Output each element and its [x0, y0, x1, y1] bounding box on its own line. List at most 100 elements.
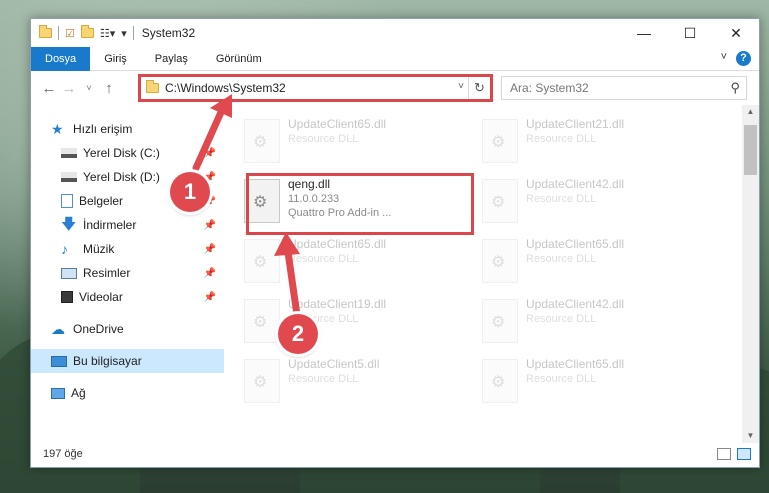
navigation-bar: ← → ˅ ↑ C:\Windows\System32 ˅ ↻ Ara: Sys… — [31, 71, 759, 105]
up-arrow-icon[interactable]: ↑ — [99, 80, 119, 97]
file-item[interactable]: UpdateClient65.dll Resource DLL — [224, 113, 450, 171]
sidebar-item-label: Bu bilgisayar — [73, 354, 142, 368]
pin-icon[interactable]: 📌 — [204, 148, 216, 159]
file-item[interactable]: UpdateClient65.dll Resource DLL — [462, 353, 688, 411]
sidebar-item-this-pc[interactable]: Bu bilgisayar — [31, 349, 224, 373]
dll-file-icon — [482, 179, 518, 223]
step-badge-1: 1 — [170, 172, 210, 212]
status-bar: 197 öğe — [31, 441, 759, 467]
maximize-button[interactable]: ☐ — [667, 19, 713, 47]
tab-share[interactable]: Paylaş — [141, 47, 202, 71]
dll-file-icon — [244, 239, 280, 283]
vertical-scrollbar[interactable]: ▲ ▼ — [742, 105, 759, 443]
sidebar-item-label: Videolar — [79, 290, 123, 304]
sidebar-item-label: İndirmeler — [83, 218, 137, 232]
file-description: Resource DLL — [526, 373, 597, 385]
file-description: Resource DLL — [526, 253, 597, 265]
large-icons-view-icon[interactable] — [737, 448, 751, 460]
quick-access-toolbar: ☑ ☷▾ ▾ — [31, 25, 134, 40]
minimize-button[interactable]: — — [621, 19, 667, 47]
file-item[interactable]: UpdateClient65.dll Resource DLL — [462, 233, 688, 291]
file-item[interactable]: UpdateClient19.dllResource DLL — [224, 293, 450, 351]
dll-file-icon — [482, 239, 518, 283]
sidebar-item-label: Belgeler — [79, 194, 124, 208]
sidebar-item-network[interactable]: Ağ — [31, 381, 224, 405]
sidebar-item-quick-access[interactable]: ★ Hızlı erişim — [31, 117, 224, 141]
rename-icon[interactable]: ☷▾ — [100, 27, 115, 40]
file-name: UpdateClient65.dll — [526, 357, 625, 371]
new-folder-icon[interactable] — [80, 25, 94, 38]
address-highlight-box — [138, 74, 493, 102]
window-title: System32 — [141, 26, 196, 40]
sidebar-item-onedrive[interactable]: ☁ OneDrive — [31, 317, 224, 341]
file-highlight-box — [246, 173, 474, 235]
pin-icon[interactable]: 📌 — [204, 244, 216, 255]
ribbon-tabs: Dosya Giriş Paylaş Görünüm ˅ ? — [31, 46, 759, 71]
sidebar-item-label: Hızlı erişim — [73, 122, 133, 136]
navigation-pane: ★ Hızlı erişim Yerel Disk (C:) 📌 Yerel D… — [31, 105, 224, 443]
sidebar-item-label: Müzik — [83, 242, 115, 256]
file-description: Resource DLL — [526, 133, 597, 145]
file-description: Resource DLL — [526, 193, 597, 205]
pin-icon[interactable]: 📌 — [204, 268, 216, 279]
computer-icon — [51, 355, 67, 367]
scroll-thumb[interactable] — [744, 125, 757, 175]
videos-icon — [61, 291, 73, 303]
file-item[interactable]: UpdateClient5.dll Resource DLL — [224, 353, 450, 411]
file-item[interactable]: UpdateClient42.dll Resource DLL — [462, 173, 688, 231]
file-description: Resource DLL — [288, 373, 359, 385]
cloud-icon: ☁ — [51, 321, 65, 337]
sidebar-item-music[interactable]: ♪ Müzik 📌 — [31, 237, 224, 261]
file-item[interactable]: UpdateClient65.dll Resource DLL — [224, 233, 450, 291]
file-name: UpdateClient65.dll — [526, 237, 625, 251]
sidebar-item-label: Yerel Disk (D:) — [83, 170, 160, 184]
documents-icon — [61, 194, 73, 208]
sidebar-item-local-disk-c[interactable]: Yerel Disk (C:) 📌 — [31, 141, 224, 165]
file-description: Resource DLL — [288, 253, 359, 265]
dll-file-icon — [482, 359, 518, 403]
close-button[interactable]: ✕ — [713, 19, 759, 47]
search-input[interactable]: Ara: System32 ⚲ — [501, 76, 747, 100]
sidebar-item-videos[interactable]: Videolar 📌 — [31, 285, 224, 309]
file-description: Resource DLL — [288, 133, 359, 145]
pin-icon[interactable]: 📌 — [204, 220, 216, 231]
recent-locations-icon[interactable]: ˅ — [79, 83, 99, 93]
tab-view[interactable]: Görünüm — [202, 47, 276, 71]
file-name: UpdateClient42.dll — [526, 297, 625, 311]
properties-icon[interactable]: ☑ — [65, 27, 75, 40]
content-area: ★ Hızlı erişim Yerel Disk (C:) 📌 Yerel D… — [31, 105, 759, 443]
explorer-window: ☑ ☷▾ ▾ System32 — ☐ ✕ Dosya Giriş Paylaş… — [30, 18, 760, 468]
file-name: UpdateClient19.dll — [288, 297, 387, 311]
sidebar-item-label: Ağ — [71, 386, 86, 400]
sidebar-item-pictures[interactable]: Resimler 📌 — [31, 261, 224, 285]
expand-ribbon-icon[interactable]: ˅ — [721, 51, 727, 63]
file-item[interactable]: UpdateClient21.dll Resource DLL — [462, 113, 688, 171]
tab-file[interactable]: Dosya — [31, 46, 91, 71]
sidebar-item-label: OneDrive — [73, 322, 124, 336]
folder-icon — [39, 25, 52, 38]
dll-file-icon — [244, 119, 280, 163]
dll-file-icon — [244, 359, 280, 403]
tab-home[interactable]: Giriş — [90, 47, 141, 71]
back-arrow-icon[interactable]: ← — [39, 80, 59, 97]
step-badge-2: 2 — [278, 314, 318, 354]
file-description: Resource DLL — [526, 313, 597, 325]
window-controls: — ☐ ✕ — [621, 19, 759, 47]
file-name: UpdateClient65.dll — [288, 237, 387, 251]
details-view-icon[interactable] — [717, 448, 731, 460]
forward-arrow-icon[interactable]: → — [59, 80, 79, 97]
file-item[interactable]: UpdateClient42.dll Resource DLL — [462, 293, 688, 351]
dll-file-icon — [482, 119, 518, 163]
search-placeholder: Ara: System32 — [510, 81, 589, 95]
music-icon: ♪ — [61, 241, 68, 257]
pin-icon[interactable]: 📌 — [204, 292, 216, 303]
file-name: UpdateClient5.dll — [288, 357, 380, 371]
file-name: UpdateClient42.dll — [526, 177, 625, 191]
divider — [58, 26, 59, 40]
search-icon[interactable]: ⚲ — [730, 80, 740, 96]
sidebar-item-downloads[interactable]: 🡇 İndirmeler 📌 — [31, 213, 224, 237]
pictures-icon — [61, 267, 77, 279]
customize-toolbar-icon[interactable]: ▾ — [121, 27, 127, 40]
scroll-up-icon[interactable]: ▲ — [742, 105, 759, 119]
help-icon[interactable]: ? — [736, 51, 751, 66]
